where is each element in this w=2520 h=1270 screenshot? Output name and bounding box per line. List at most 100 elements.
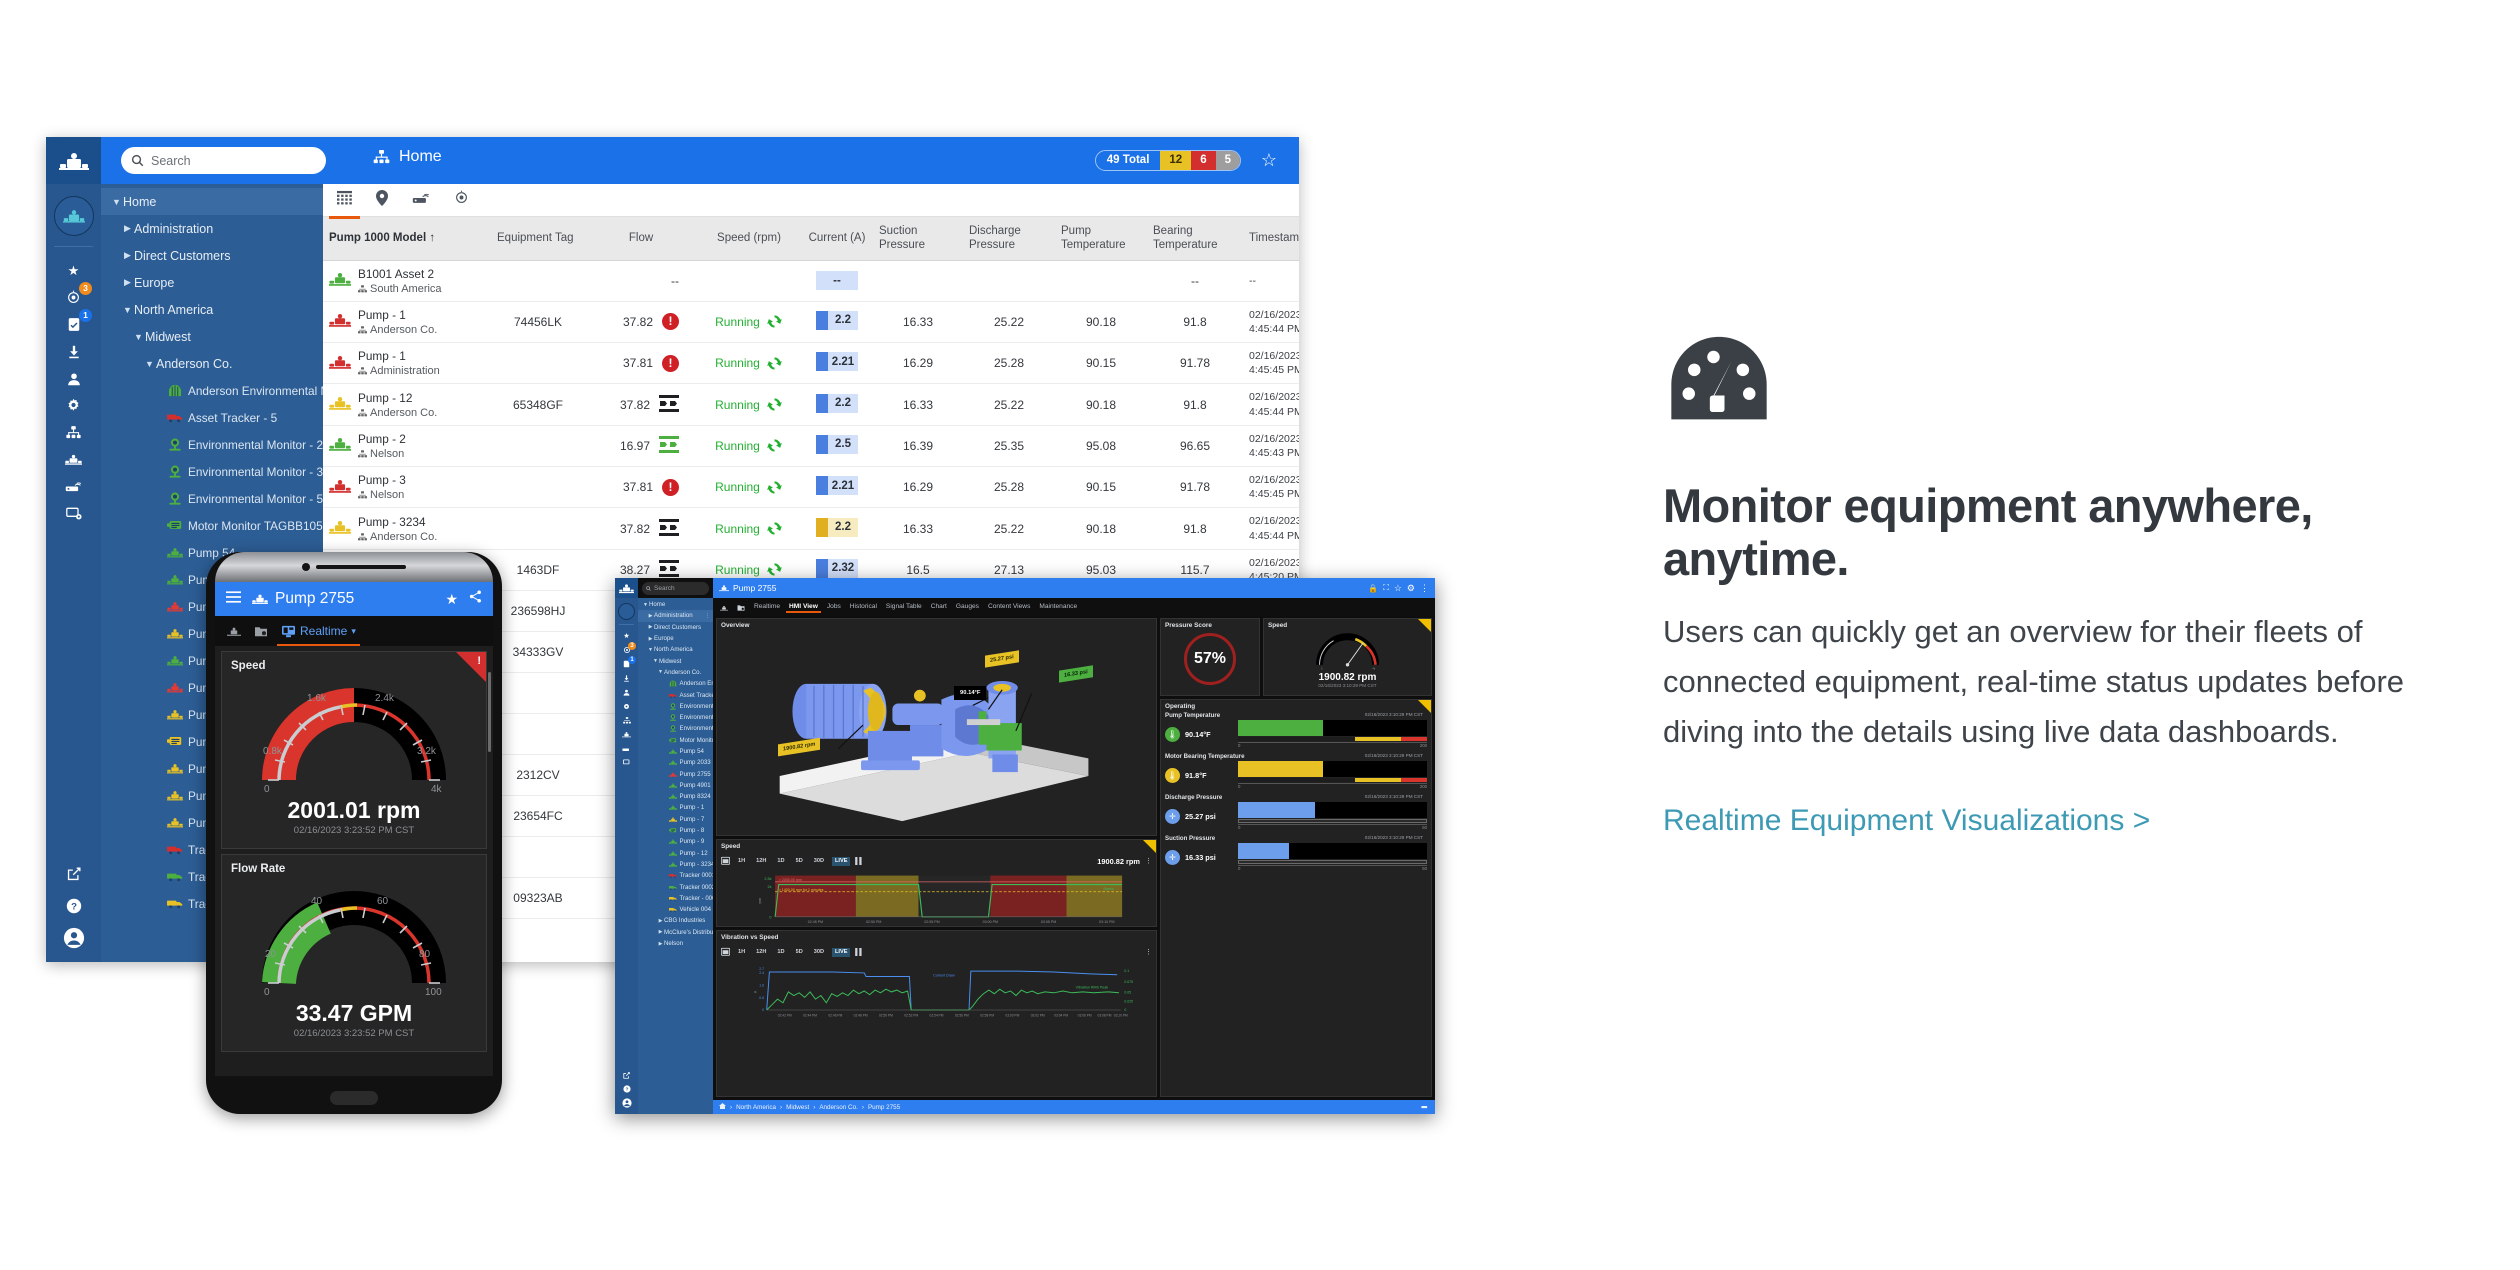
dashboard-tabs[interactable]: Realtime HMI View Jobs Historical Signal Tab… (713, 598, 1435, 615)
speed-chart-controls[interactable]: 1H 12H 1D 5D 30D LIVE 1900.82 rpm ⋮ (717, 850, 1156, 872)
tree-item-environmental-monitor-3[interactable]: Environmental Monitor - 3 (101, 458, 323, 485)
range-button-1h[interactable]: 1H (735, 948, 748, 957)
tab-hmi-view[interactable]: HMI View (786, 598, 821, 615)
app-logo[interactable] (615, 578, 638, 598)
table-row[interactable]: Pump - 3234 Anderson Co. 37.82 Running 2… (323, 507, 1299, 550)
tree-item-pump-7[interactable]: Pump - 7 (638, 814, 713, 825)
chevron-right-icon[interactable]: ▶ (657, 918, 664, 924)
chevron-down-icon[interactable]: ▼ (132, 332, 145, 342)
table-row[interactable]: Pump - 1 Anderson Co. 74456LK 37.82! Run… (323, 301, 1299, 344)
home-icon[interactable] (719, 1103, 726, 1111)
column-header[interactable]: Discharge Pressure (963, 217, 1055, 261)
tree-item-tracker-0002[interactable]: Tracker 0002 (638, 881, 713, 892)
tree-item-pump-2033[interactable]: Pump 2033 (638, 757, 713, 768)
range-button-12h[interactable]: 12H (753, 948, 769, 957)
rail-item-avatar[interactable] (618, 603, 635, 620)
chevron-right-icon[interactable]: ▶ (657, 941, 664, 947)
rail-item-displays[interactable] (615, 755, 638, 769)
tree-item-north-america[interactable]: ▼ North America (638, 644, 713, 655)
range-button-30d[interactable]: 30D (811, 857, 827, 866)
range-button-30d[interactable]: 30D (811, 948, 827, 957)
breadcrumb-item[interactable]: Midwest (786, 1104, 809, 1111)
dashboard-search-input[interactable]: Search (638, 578, 713, 598)
tree-item-home[interactable]: ▼ Home (101, 188, 323, 215)
tree-item-pump-8[interactable]: Pump - 8 (638, 825, 713, 836)
tree-item-midwest[interactable]: ▼ Midwest (101, 323, 323, 350)
fullscreen-icon[interactable]: ⛶ (1383, 583, 1389, 593)
share-icon[interactable] (469, 590, 482, 608)
table-row[interactable]: Pump - 3 Nelson 37.81! Running 2.21 16.2… (323, 466, 1299, 509)
kebab-icon[interactable]: ⋮ (705, 613, 713, 619)
rail-item-external-link[interactable] (615, 1068, 638, 1082)
rail-item-gateways[interactable] (615, 741, 638, 755)
rail-item-alarms[interactable]: 3 (46, 282, 101, 311)
range-button-1h[interactable]: 1H (735, 857, 748, 866)
breadcrumb-item[interactable]: Pump 2755 (868, 1104, 900, 1111)
rail-item-downloads[interactable] (615, 671, 638, 685)
column-header[interactable]: Flow (585, 217, 697, 261)
chevron-down-icon[interactable]: ▼ (657, 669, 664, 675)
gear-icon[interactable]: ⚙ (1407, 583, 1415, 594)
tree-item-pump-54[interactable]: Pump 54 (638, 746, 713, 757)
star-outline-icon[interactable]: ☆ (1394, 583, 1402, 594)
hamburger-icon[interactable] (226, 590, 241, 608)
tab-historical[interactable]: Historical (850, 598, 877, 615)
tree-item-environmental-monitor-5[interactable]: Environmental Monitor - 5 (101, 485, 323, 512)
rail-item-tasks[interactable]: 1 (615, 656, 638, 671)
rail-item-displays[interactable] (46, 500, 101, 527)
table-row[interactable]: Pump - 1 Administration 37.81! Running 2… (323, 342, 1299, 385)
tree-item-europe[interactable]: ▶ Europe (101, 269, 323, 296)
column-header[interactable]: Pump Temperature (1055, 217, 1147, 261)
kebab-icon[interactable]: ⋮ (1145, 948, 1152, 956)
lock-icon[interactable]: 🔒 (1368, 584, 1378, 593)
tree-item-anderson-co[interactable]: ▼ Anderson Co. (638, 667, 713, 678)
column-header[interactable]: Current (A) (801, 217, 873, 261)
live-button[interactable]: LIVE (832, 856, 851, 866)
tree-item-asset-tracker-5[interactable]: Asset Tracker - 5 (638, 689, 713, 700)
tree-item-pump-2755[interactable]: Pump 2755 (638, 768, 713, 779)
chevron-down-icon[interactable]: ▼ (121, 305, 134, 315)
tree-item-pump-12[interactable]: Pump - 12 (638, 848, 713, 859)
chevron-down-icon[interactable]: ▼ (110, 197, 123, 207)
live-button[interactable]: LIVE (832, 947, 851, 957)
tree-item-administration[interactable]: ▶ Administration (101, 215, 323, 242)
dashboard-navigation-tree[interactable]: ▼ Home ▶ Administration ⋮ ▶ Direct Customers ▶ E… (638, 598, 713, 1114)
tree-item-pump-4901[interactable]: Pump 4901 (638, 780, 713, 791)
tab-content-views[interactable]: Content Views (988, 598, 1030, 615)
status-totals-badge[interactable]: 49 Total 12 6 5 (1094, 150, 1241, 171)
rail-item-alarms[interactable]: 3 (615, 642, 638, 657)
tree-item-anderson-environmental-mon[interactable]: Anderson Environmental Mon (101, 377, 323, 404)
column-header[interactable]: Speed (rpm) (697, 217, 801, 261)
rail-item-tasks[interactable]: 1 (46, 309, 101, 338)
rail-item-avatar[interactable] (53, 196, 94, 236)
rail-item-equipment[interactable] (615, 727, 638, 741)
phone-tabs[interactable]: i Realtime ▾ (215, 616, 493, 646)
tree-item-pump-3234[interactable]: Pump - 3234 (638, 859, 713, 870)
tree-item-environmental-monitor-2[interactable]: Environmental Monitor - 2 (638, 701, 713, 712)
promo-link[interactable]: Realtime Equipment Visualizations > (1663, 804, 2150, 838)
rail-item-help[interactable]: ? (46, 890, 101, 922)
vibration-chart-controls[interactable]: 1H 12H 1D 5D 30D LIVE ⋮ (717, 941, 1156, 963)
chevron-right-icon[interactable]: ▶ (657, 929, 664, 935)
table-row[interactable]: Pump - 2 Nelson 16.97 Running 2.5 16.39 … (323, 425, 1299, 468)
tree-item-asset-tracker-5[interactable]: Asset Tracker - 5 (101, 404, 323, 431)
rail-item-favorites[interactable]: ★ (46, 257, 101, 284)
rail-item-equipment[interactable] (46, 446, 101, 473)
tree-item-tracker-0003[interactable]: Tracker - 0003 (638, 893, 713, 904)
column-header[interactable]: Timestamp (1243, 217, 1299, 261)
chevron-right-icon[interactable]: ▶ (647, 613, 654, 619)
phone-scrollbar[interactable] (488, 672, 491, 752)
chevron-down-icon[interactable]: ▼ (143, 359, 156, 369)
range-button-12h[interactable]: 12H (753, 857, 769, 866)
tab-realtime[interactable]: Realtime (754, 598, 780, 615)
tree-item-environmental-monitor-5[interactable]: Environmental Monitor - 5 (638, 723, 713, 734)
rail-item-settings[interactable] (615, 699, 638, 713)
tree-item-anderson-environmental-mon[interactable]: Anderson Environmental Mon (638, 678, 713, 689)
alarm-bell-icon[interactable] (454, 190, 469, 210)
chevron-right-icon[interactable]: ▶ (121, 250, 134, 261)
chevron-right-icon[interactable]: ▶ (121, 277, 134, 288)
column-header[interactable]: Pump 1000 Model ↑ (323, 217, 491, 261)
tree-item-motor-monitor-tagbb105914[interactable]: Motor Monitor TAGBB105914 (638, 735, 713, 746)
range-button-5d[interactable]: 5D (793, 948, 806, 957)
pump-icon[interactable] (720, 598, 728, 616)
